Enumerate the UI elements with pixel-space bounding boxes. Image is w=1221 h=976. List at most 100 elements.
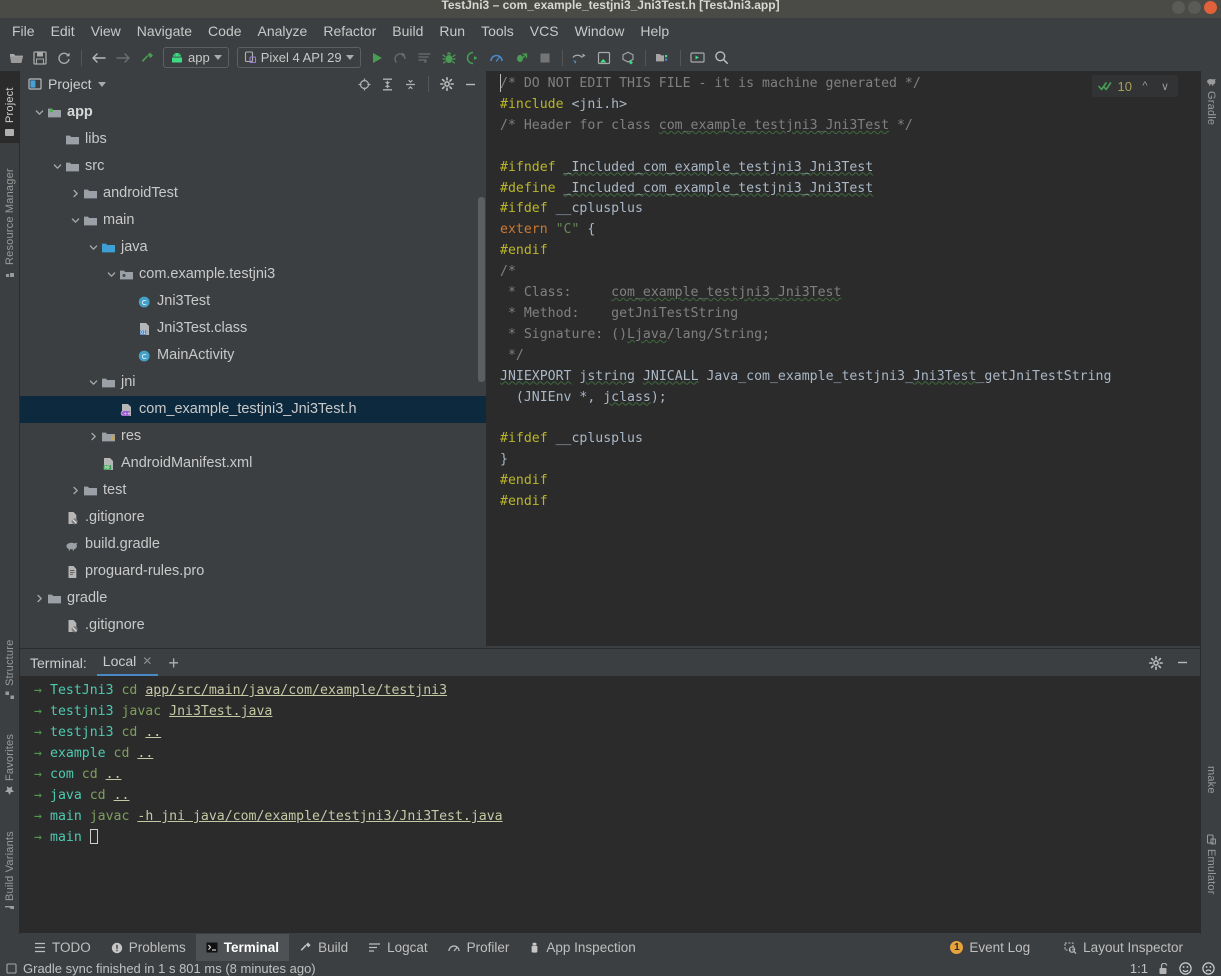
- terminal-argument[interactable]: ..: [106, 767, 122, 782]
- tree-node[interactable]: com.example.testjni3: [20, 261, 486, 288]
- tab-event-log[interactable]: 1 Event Log: [940, 934, 1040, 961]
- hide-icon[interactable]: [460, 74, 480, 94]
- sidebar-item-structure[interactable]: Structure: [0, 616, 20, 706]
- terminal-argument[interactable]: -h jni java/com/example/testjni3/Jni3Tes…: [137, 809, 502, 824]
- terminal-argument[interactable]: ..: [145, 725, 161, 740]
- menu-edit[interactable]: Edit: [43, 21, 83, 41]
- open-folder-icon[interactable]: [4, 47, 28, 69]
- menu-view[interactable]: View: [83, 21, 129, 41]
- tree-node[interactable]: test: [20, 477, 486, 504]
- chevron-down-icon[interactable]: [32, 108, 46, 117]
- minimize-button[interactable]: [1172, 1, 1185, 14]
- chevron-right-icon[interactable]: [32, 594, 46, 603]
- sidebar-item-gradle[interactable]: Gradle: [1201, 71, 1221, 145]
- device-selector[interactable]: Pixel 4 API 29: [236, 47, 361, 68]
- sidebar-item-project[interactable]: Project: [0, 71, 20, 143]
- project-structure-icon[interactable]: [651, 47, 675, 69]
- code-editor[interactable]: /* DO NOT EDIT THIS FILE - it is machine…: [488, 71, 1200, 646]
- back-arrow-icon[interactable]: [87, 47, 111, 69]
- gear-icon[interactable]: [1146, 653, 1166, 673]
- chevron-up-icon[interactable]: ^: [1138, 80, 1152, 92]
- terminal-argument[interactable]: app/src/main/java/com/example/testjni3: [145, 683, 447, 698]
- run-icon[interactable]: [365, 47, 389, 69]
- terminal-tab-local[interactable]: Local ✕: [96, 649, 159, 676]
- expand-all-icon[interactable]: [377, 74, 397, 94]
- sidebar-item-make[interactable]: make: [1201, 761, 1221, 823]
- chevron-right-icon[interactable]: [68, 486, 82, 495]
- chevron-down-icon[interactable]: [68, 216, 82, 225]
- chevron-down-icon[interactable]: [86, 243, 100, 252]
- save-icon[interactable]: [28, 47, 52, 69]
- tree-node[interactable]: java: [20, 234, 486, 261]
- hide-icon[interactable]: [1172, 653, 1192, 673]
- project-panel-title-group[interactable]: Project: [28, 76, 106, 92]
- chevron-right-icon[interactable]: [86, 432, 100, 441]
- menu-vcs[interactable]: VCS: [522, 21, 567, 41]
- gradle-sync-icon[interactable]: [616, 47, 640, 69]
- chevron-down-icon[interactable]: ∨: [1158, 80, 1172, 93]
- tree-node[interactable]: C++ com_example_testjni3_Jni3Test.h: [20, 396, 486, 423]
- menu-code[interactable]: Code: [200, 21, 249, 41]
- plus-icon[interactable]: +: [158, 654, 189, 672]
- tree-node[interactable]: proguard-rules.pro: [20, 558, 486, 585]
- debug-icon[interactable]: [437, 47, 461, 69]
- terminal-argument[interactable]: ..: [114, 788, 130, 803]
- unlocked-icon[interactable]: [1158, 962, 1169, 975]
- terminal-output[interactable]: → TestJni3 cd app/src/main/java/com/examp…: [20, 676, 1200, 848]
- tree-node[interactable]: C Jni3Test: [20, 288, 486, 315]
- inspection-widget[interactable]: 10 ^ ∨: [1091, 75, 1178, 97]
- sidebar-item-emulator[interactable]: Emulator: [1201, 829, 1221, 929]
- tab-todo[interactable]: TODO: [24, 934, 101, 961]
- attach-debugger-icon[interactable]: [461, 47, 485, 69]
- avd-manager-icon[interactable]: [568, 47, 592, 69]
- chevron-down-icon[interactable]: [50, 162, 64, 171]
- chevron-down-icon[interactable]: [86, 378, 100, 387]
- menu-window[interactable]: Window: [567, 21, 633, 41]
- sdk-manager-icon[interactable]: [592, 47, 616, 69]
- menu-tools[interactable]: Tools: [473, 21, 522, 41]
- caret-position[interactable]: 1:1: [1130, 961, 1148, 976]
- module-selector[interactable]: app: [163, 47, 229, 68]
- happy-face-icon[interactable]: [1179, 962, 1192, 975]
- search-icon[interactable]: [710, 47, 734, 69]
- sad-face-icon[interactable]: [1202, 962, 1215, 975]
- tab-app-inspection[interactable]: App Inspection: [519, 934, 645, 961]
- close-button[interactable]: [1204, 1, 1217, 14]
- profiler-icon[interactable]: [485, 47, 509, 69]
- chevron-right-icon[interactable]: [68, 189, 82, 198]
- tree-node[interactable]: app: [20, 99, 486, 126]
- chevron-down-icon[interactable]: [97, 81, 106, 87]
- maximize-button[interactable]: [1188, 1, 1201, 14]
- tab-profiler[interactable]: Profiler: [438, 934, 520, 961]
- project-tree[interactable]: app libs src androidTest main java com.example…: [20, 97, 486, 646]
- terminal-argument[interactable]: ..: [137, 746, 153, 761]
- menu-help[interactable]: Help: [632, 21, 677, 41]
- tree-node[interactable]: res: [20, 423, 486, 450]
- project-tree-scrollbar[interactable]: [478, 197, 485, 382]
- sidebar-item-resource-manager[interactable]: Resource Manager: [0, 145, 20, 285]
- tree-node[interactable]: 01 Jni3Test.class: [20, 315, 486, 342]
- menu-refactor[interactable]: Refactor: [315, 21, 384, 41]
- tab-build[interactable]: Build: [289, 934, 358, 961]
- tree-node[interactable]: MF AndroidManifest.xml: [20, 450, 486, 477]
- tab-terminal[interactable]: Terminal: [195, 934, 290, 961]
- editor-scrollbar[interactable]: [1188, 71, 1200, 646]
- sync-icon[interactable]: [52, 47, 76, 69]
- tab-problems[interactable]: Problems: [101, 934, 196, 961]
- menu-file[interactable]: File: [4, 21, 43, 41]
- terminal-argument[interactable]: Jni3Test.java: [169, 704, 272, 719]
- locate-icon[interactable]: [354, 74, 374, 94]
- menu-analyze[interactable]: Analyze: [250, 21, 316, 41]
- sidebar-item-favorites[interactable]: Favorites: [0, 711, 20, 801]
- layout-editor-icon[interactable]: [686, 47, 710, 69]
- apply-code-changes-icon[interactable]: [509, 47, 533, 69]
- tree-node[interactable]: gradle: [20, 585, 486, 612]
- menu-navigate[interactable]: Navigate: [129, 21, 200, 41]
- hammer-icon[interactable]: [135, 47, 159, 69]
- menu-build[interactable]: Build: [384, 21, 431, 41]
- close-icon[interactable]: ✕: [142, 654, 152, 668]
- sidebar-item-build-variants[interactable]: Build Variants: [0, 806, 20, 921]
- tree-node[interactable]: androidTest: [20, 180, 486, 207]
- tree-node[interactable]: main: [20, 207, 486, 234]
- chevron-down-icon[interactable]: [104, 270, 118, 279]
